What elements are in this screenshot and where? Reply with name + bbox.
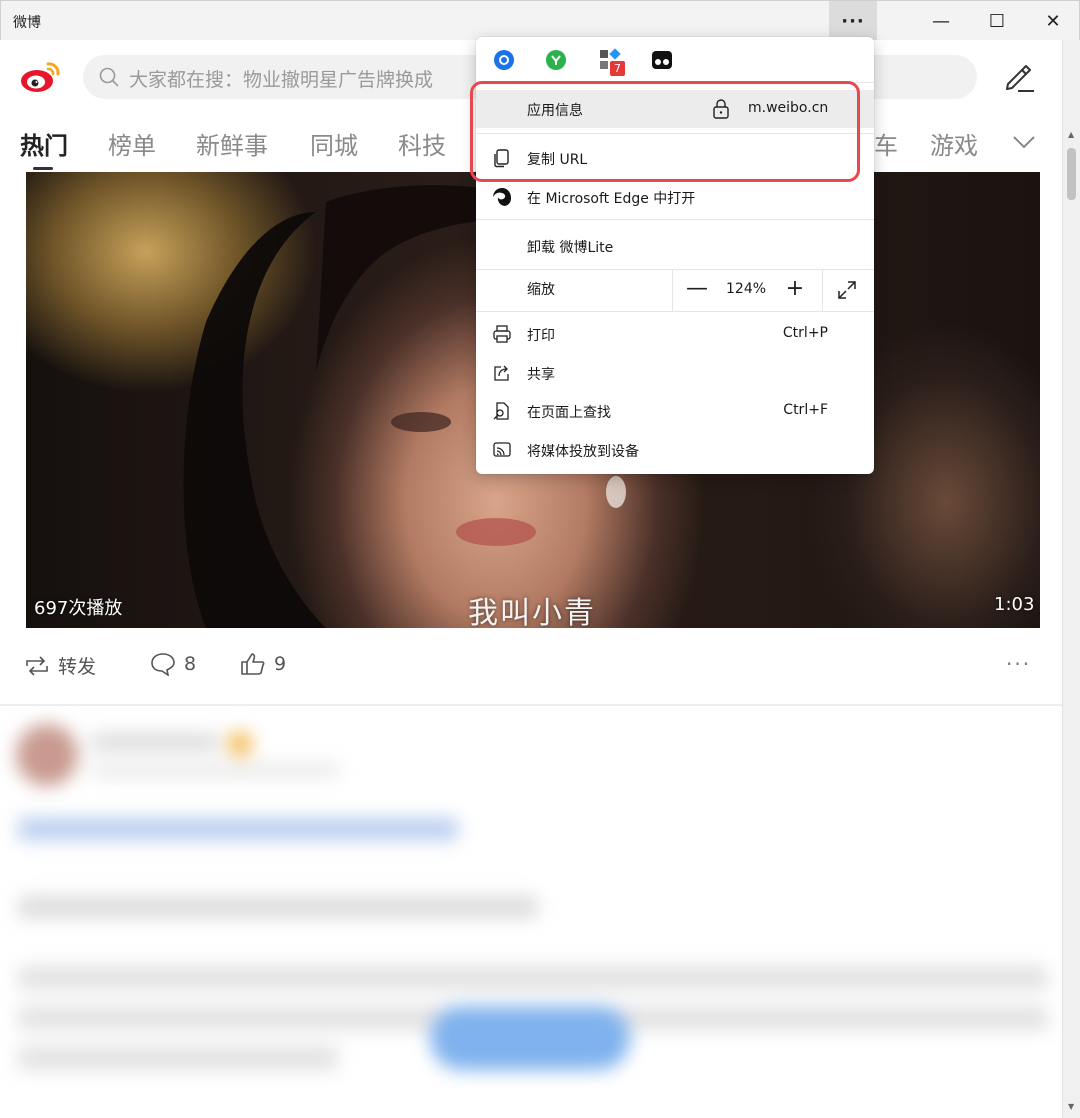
fullscreen-icon[interactable]	[836, 279, 858, 301]
zoom-row: 缩放 — 124% +	[476, 269, 874, 311]
scrollbar-thumb[interactable]	[1067, 148, 1076, 200]
menu-separator	[476, 311, 874, 312]
zoom-in-button[interactable]: +	[780, 275, 810, 305]
printer-icon	[493, 325, 511, 343]
scroll-up-arrow-icon[interactable]: ▲	[1068, 130, 1074, 139]
extension-badge: 7	[610, 61, 625, 76]
zoom-out-button[interactable]: —	[682, 275, 712, 305]
tab-fresh[interactable]: 新鲜事	[196, 126, 268, 161]
tab-local[interactable]: 同城	[310, 126, 358, 161]
cast-label: 将媒体投放到设备	[527, 444, 639, 460]
open-in-edge-label: 在 Microsoft Edge 中打开	[527, 191, 696, 207]
find-shortcut: Ctrl+F	[783, 402, 828, 418]
search-icon	[99, 67, 119, 87]
uninstall-label: 卸载 微博Lite	[527, 240, 614, 256]
video-duration: 1:03	[994, 594, 1035, 615]
search-placeholder: 大家都在搜：物业撤明星广告牌换成	[129, 69, 434, 91]
print-shortcut: Ctrl+P	[782, 325, 828, 341]
comment-icon	[151, 653, 175, 676]
repost-icon	[26, 655, 48, 676]
repost-label: 转发	[58, 656, 97, 678]
share-icon	[494, 365, 509, 381]
zoom-separator	[822, 269, 823, 311]
tab-hot[interactable]: 热门	[20, 126, 68, 161]
menu-separator	[476, 219, 874, 220]
share-label: 共享	[527, 367, 555, 383]
tab-car[interactable]: 车	[874, 126, 898, 161]
window-title: 微博	[13, 15, 41, 31]
compose-icon[interactable]	[1000, 58, 1036, 94]
like-count: 9	[274, 653, 287, 675]
chevron-down-icon[interactable]	[1012, 134, 1036, 150]
post-action-bar: 转发 8 9 ···	[0, 628, 1062, 704]
zoom-separator	[672, 269, 673, 311]
zoom-label: 缩放	[527, 282, 555, 298]
open-in-edge-item[interactable]: 在 Microsoft Edge 中打开	[476, 178, 874, 216]
annotation-highlight-box	[470, 81, 860, 182]
window-titlebar: 微博 ··· — ☐ ✕	[0, 0, 1080, 41]
find-in-page-item[interactable]: 在页面上查找 Ctrl+F	[476, 392, 874, 430]
tab-rankings[interactable]: 榜单	[108, 126, 156, 161]
browser-extension-icon[interactable]	[492, 48, 516, 72]
comment-count: 8	[184, 653, 197, 675]
edge-icon	[493, 188, 511, 206]
tab-tech[interactable]: 科技	[398, 126, 446, 161]
like-button[interactable]: 9	[240, 652, 286, 676]
maximize-button[interactable]: ☐	[969, 1, 1025, 41]
thumbs-up-icon	[241, 653, 265, 675]
weibo-logo-icon[interactable]	[20, 58, 62, 94]
uninstall-item[interactable]: 卸载 微博Lite	[476, 227, 874, 265]
close-button[interactable]: ✕	[1025, 1, 1080, 41]
tab-manager-extension-icon[interactable]	[650, 48, 674, 72]
vertical-scrollbar[interactable]: ▲ ▼	[1062, 40, 1080, 1118]
find-label: 在页面上查找	[527, 405, 611, 421]
wechat-extension-icon[interactable]	[544, 48, 568, 72]
zoom-value: 124%	[726, 281, 767, 297]
comment-button[interactable]: 8	[150, 652, 196, 676]
tab-games[interactable]: 游戏	[930, 126, 978, 161]
more-options-button[interactable]: ···	[829, 1, 877, 41]
print-item[interactable]: 打印 Ctrl+P	[476, 315, 874, 353]
blurred-post	[0, 706, 1062, 1118]
cast-media-item[interactable]: 将媒体投放到设备	[476, 431, 874, 469]
video-view-count: 697次播放	[34, 598, 123, 619]
share-item[interactable]: 共享	[476, 354, 874, 392]
cast-icon	[493, 442, 511, 457]
video-subtitle: 我叫小青	[468, 596, 596, 628]
find-in-page-icon	[493, 402, 509, 420]
scroll-down-arrow-icon[interactable]: ▼	[1068, 1102, 1074, 1111]
post-more-button[interactable]: ···	[1006, 652, 1031, 676]
print-label: 打印	[527, 328, 555, 344]
active-tab-indicator	[33, 167, 53, 170]
minimize-button[interactable]: —	[913, 1, 969, 41]
repost-button[interactable]: 转发	[24, 652, 96, 679]
